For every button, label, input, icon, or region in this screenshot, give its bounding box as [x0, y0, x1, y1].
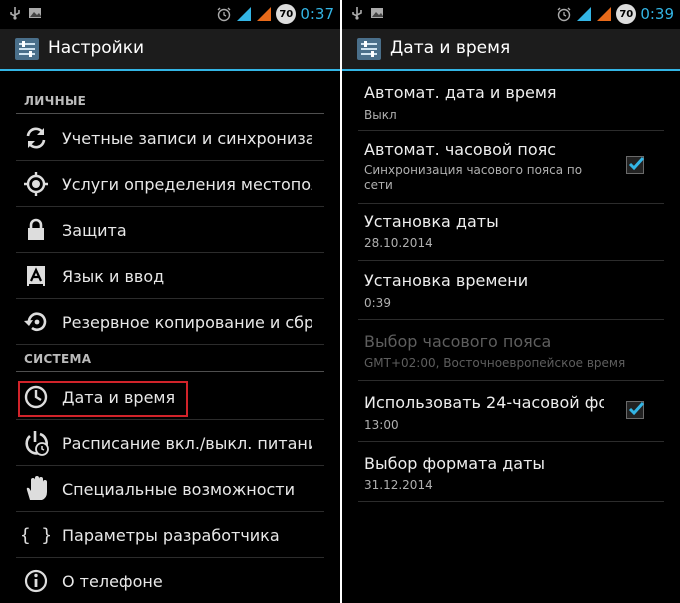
settings-item-developer[interactable]: { } Параметры разработчика: [16, 513, 324, 558]
stage: 70 0:37 Настройки ЛИЧНЫЕ Учетные записи …: [0, 0, 680, 603]
braces-icon: { }: [22, 525, 50, 546]
setting-summary: GMT+02:00, Восточноевропейское время: [364, 356, 626, 370]
action-bar: Дата и время: [342, 29, 680, 71]
settings-screen: 70 0:37 Настройки ЛИЧНЫЕ Учетные записи …: [0, 0, 340, 603]
date-time-list: Автомат. дата и время Выкл Автомат. часо…: [342, 71, 680, 603]
settings-item-label: Защита: [62, 220, 127, 240]
signal-icon: [257, 7, 272, 21]
highlight-box: [18, 381, 188, 417]
lock-icon: [28, 218, 44, 240]
status-bar: 70 0:39: [342, 0, 680, 28]
settings-item-security[interactable]: Защита: [16, 208, 324, 253]
section-header-personal: ЛИЧНЫЕ: [24, 94, 87, 108]
setting-summary: Выкл: [364, 108, 397, 122]
section-divider: [16, 371, 324, 372]
auto-timezone-checkbox[interactable]: [626, 156, 645, 174]
setting-summary: 0:39: [364, 296, 391, 310]
checkmark-icon: [628, 401, 645, 416]
settings-item-label: Резервное копирование и сбро: [62, 312, 312, 332]
location-icon: [24, 172, 48, 196]
status-bar: 70 0:37: [0, 0, 340, 28]
setting-summary: сети: [364, 178, 393, 192]
signal-icon: [577, 7, 592, 21]
date-time-screen: 70 0:39 Дата и время Автомат. дата и вре…: [342, 0, 680, 603]
setting-title: Выбор часового пояса: [364, 332, 552, 351]
signal-icon: [237, 7, 252, 21]
settings-item-label: Услуги определения местополо: [62, 174, 312, 194]
setting-title: Использовать 24-часовой фо: [364, 393, 604, 412]
battery-indicator: 70: [276, 4, 297, 24]
setting-auto-date-time[interactable]: Автомат. дата и время Выкл: [358, 73, 664, 131]
settings-item-label: Расписание вкл./выкл. питания: [62, 433, 312, 453]
settings-item-accessibility[interactable]: Специальные возможности: [16, 467, 324, 512]
info-icon: [24, 569, 48, 593]
section-header-system: СИСТЕМА: [24, 352, 92, 366]
settings-item-power-schedule[interactable]: Расписание вкл./выкл. питания: [16, 421, 324, 466]
sync-icon: [26, 127, 46, 149]
settings-item-backup[interactable]: Резервное копирование и сбро: [16, 300, 324, 345]
setting-title: Установка даты: [364, 212, 499, 231]
setting-set-date[interactable]: Установка даты 28.10.2014: [358, 204, 664, 261]
setting-date-format[interactable]: Выбор формата даты 31.12.2014: [358, 442, 664, 502]
usb-icon: [10, 7, 20, 20]
status-time: 0:39: [640, 5, 674, 23]
action-bar: Настройки: [0, 29, 340, 71]
setting-title: Автомат. часовой пояс: [364, 140, 557, 159]
setting-summary: 13:00: [364, 418, 399, 432]
battery-indicator: 70: [616, 4, 637, 24]
settings-item-label: Параметры разработчика: [62, 525, 280, 545]
hand-icon: [26, 476, 47, 500]
status-time: 0:37: [300, 5, 334, 23]
backup-restore-icon: [24, 312, 47, 332]
image-icon: [371, 8, 383, 18]
alarm-icon: [217, 7, 231, 22]
setting-summary: 28.10.2014: [364, 236, 433, 250]
checkmark-icon: [628, 156, 645, 171]
svg-text:{ }: { }: [22, 525, 50, 546]
alarm-icon: [557, 7, 571, 22]
settings-item-label: Язык и ввод: [62, 266, 165, 286]
settings-item-label: О телефоне: [62, 571, 163, 591]
settings-item-label: Специальные возможности: [62, 479, 296, 499]
setting-summary: 31.12.2014: [364, 478, 433, 492]
setting-set-time[interactable]: Установка времени 0:39: [358, 261, 664, 320]
settings-app-icon[interactable]: [14, 37, 40, 61]
setting-select-timezone: Выбор часового пояса GMT+02:00, Восточно…: [358, 320, 664, 381]
signal-icon: [597, 7, 612, 21]
settings-item-location[interactable]: Услуги определения местополо: [16, 162, 324, 207]
setting-summary: Синхронизация часового пояса по: [364, 163, 583, 177]
power-schedule-icon: [25, 431, 49, 456]
page-title: Настройки: [48, 38, 145, 58]
settings-item-accounts[interactable]: Учетные записи и синхронизац: [16, 116, 324, 161]
section-divider: [16, 113, 324, 114]
settings-item-about-phone[interactable]: О телефоне: [16, 559, 324, 603]
settings-item-label: Учетные записи и синхронизац: [62, 128, 312, 148]
settings-item-language[interactable]: Язык и ввод: [16, 254, 324, 299]
setting-title: Выбор формата даты: [364, 454, 546, 473]
24-hour-checkbox[interactable]: [626, 401, 645, 419]
setting-title: Автомат. дата и время: [364, 83, 557, 102]
settings-list: ЛИЧНЫЕ Учетные записи и синхронизац Услу…: [0, 71, 340, 603]
image-icon: [29, 8, 41, 18]
setting-auto-timezone[interactable]: Автомат. часовой пояс Синхронизация часо…: [358, 131, 664, 204]
setting-title: Установка времени: [364, 271, 529, 290]
usb-icon: [352, 7, 362, 20]
settings-app-icon[interactable]: [356, 37, 382, 61]
setting-24-hour-format[interactable]: Использовать 24-часовой фо 13:00: [358, 381, 664, 442]
page-title: Дата и время: [390, 38, 511, 58]
keyboard-language-icon: [27, 266, 45, 286]
